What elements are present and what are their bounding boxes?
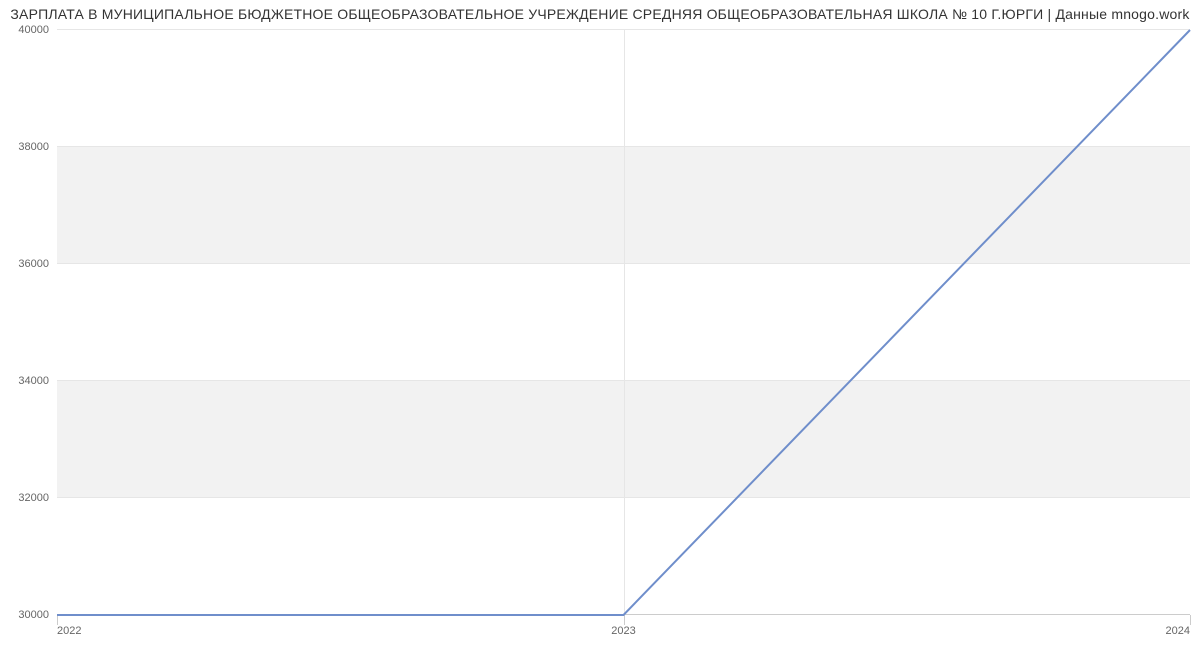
chart-title: ЗАРПЛАТА В МУНИЦИПАЛЬНОЕ БЮДЖЕТНОЕ ОБЩЕО…: [0, 6, 1200, 22]
y-tick-label: 36000: [18, 258, 49, 270]
x-tick: [1190, 615, 1191, 625]
plot-area: 30000 32000 34000 36000 38000 40000 2022…: [57, 30, 1190, 615]
line-series: [57, 30, 1190, 615]
y-tick-label: 30000: [18, 609, 49, 621]
x-tick: [57, 615, 58, 625]
chart-container: ЗАРПЛАТА В МУНИЦИПАЛЬНОЕ БЮДЖЕТНОЕ ОБЩЕО…: [0, 0, 1200, 650]
x-tick-label: 2022: [57, 625, 81, 637]
x-tick: [624, 615, 625, 625]
y-tick-label: 40000: [18, 24, 49, 36]
y-tick-label: 34000: [18, 375, 49, 387]
x-tick-label: 2023: [611, 625, 635, 637]
y-tick-label: 38000: [18, 141, 49, 153]
x-tick-label: 2024: [1166, 625, 1190, 637]
y-tick-label: 32000: [18, 492, 49, 504]
